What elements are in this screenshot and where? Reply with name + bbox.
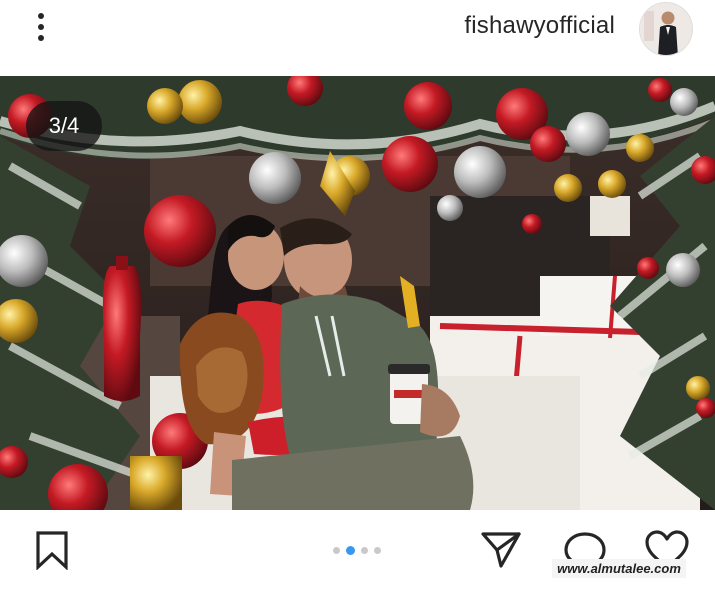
- bookmark-icon: [36, 531, 68, 571]
- post-image: [0, 76, 715, 510]
- send-icon: [481, 532, 521, 568]
- username[interactable]: fishawyofficial: [464, 12, 615, 40]
- share-button[interactable]: [480, 530, 522, 575]
- carousel-dot: [361, 547, 368, 554]
- carousel-dot-active: [346, 546, 355, 555]
- more-vertical-icon: [38, 13, 44, 41]
- carousel-dot: [333, 547, 340, 554]
- post-header: fishawyofficial: [0, 0, 715, 76]
- post-photo[interactable]: [0, 76, 715, 510]
- carousel-indicator: [333, 546, 381, 555]
- profile-avatar[interactable]: [639, 2, 693, 56]
- carousel-dot: [374, 547, 381, 554]
- avatar-person-icon: [640, 3, 692, 55]
- more-options-button[interactable]: [26, 10, 56, 46]
- carousel-counter: 3/4: [26, 101, 102, 151]
- save-button[interactable]: [34, 530, 70, 575]
- post-action-bar: [0, 510, 715, 592]
- watermark-text: www.almutalee.com: [552, 559, 686, 578]
